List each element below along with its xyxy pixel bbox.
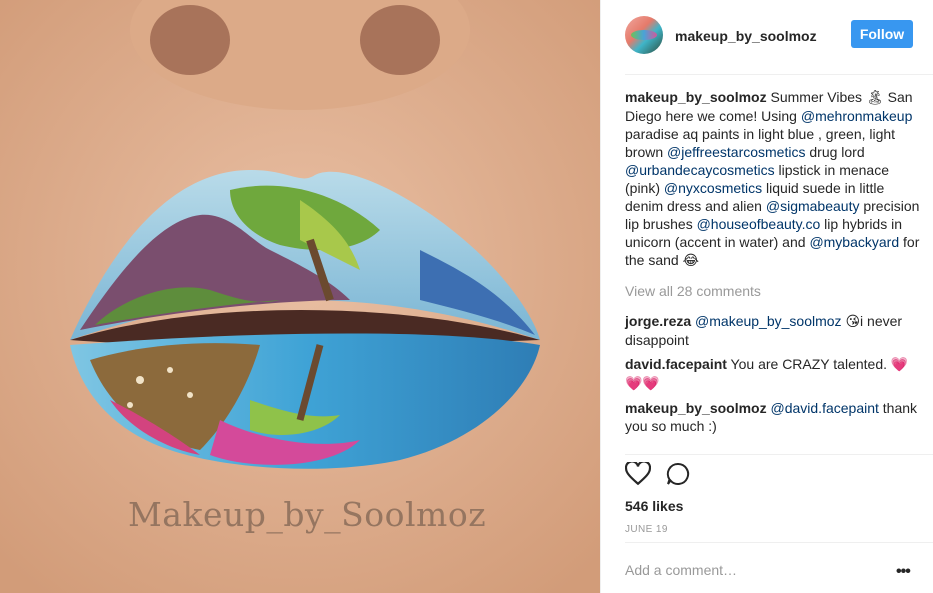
comment: makeup_by_soolmoz @david.facepaint thank…	[625, 400, 918, 434]
mention-link[interactable]: @mehronmakeup	[801, 108, 913, 124]
comment: jorge.reza @makeup_by_soolmoz 😘i never d…	[625, 313, 903, 348]
comment: david.facepaint You are CRAZY talented. …	[625, 356, 909, 392]
likes-count[interactable]: 546 likes	[625, 498, 683, 514]
more-options-icon[interactable]: •••	[896, 563, 911, 581]
header-divider	[625, 74, 933, 75]
kiss-emoji: 😘	[845, 314, 861, 330]
actions-divider	[625, 454, 933, 455]
laughing-emoji: 😂	[682, 253, 699, 269]
username[interactable]: makeup_by_soolmoz	[675, 28, 817, 44]
mention-link[interactable]: @jeffreestarcosmetics	[667, 144, 805, 160]
heart-icon[interactable]	[624, 460, 652, 491]
post-header: makeup_by_soolmoz Follow	[625, 14, 933, 60]
add-comment-input[interactable]: Add a comment…	[625, 562, 737, 578]
caption-username[interactable]: makeup_by_soolmoz	[625, 89, 767, 105]
mention-link[interactable]: @houseofbeauty.co	[697, 216, 821, 232]
post-sidebar: makeup_by_soolmoz Follow makeup_by_soolm…	[600, 0, 933, 593]
comment-bubble-icon[interactable]	[666, 462, 690, 491]
view-all-comments-link[interactable]: View all 28 comments	[625, 282, 925, 300]
post-date: JUNE 19	[625, 524, 668, 535]
avatar[interactable]	[625, 16, 663, 54]
follow-button[interactable]: Follow	[851, 20, 913, 48]
caption: makeup_by_soolmoz Summer Vibes 🏝 San Die…	[625, 89, 920, 269]
watermark: Makeup_by_Soolmoz	[128, 495, 487, 534]
comment-username[interactable]: david.facepaint	[625, 356, 727, 372]
mention-link[interactable]: @urbandecaycosmetics	[625, 162, 775, 178]
comment-username[interactable]: makeup_by_soolmoz	[625, 400, 767, 416]
comment-username[interactable]: jorge.reza	[625, 313, 691, 329]
comment-divider	[625, 542, 933, 543]
mention-link[interactable]: @sigmabeauty	[766, 198, 860, 214]
mention-link[interactable]: @mybackyard	[809, 234, 899, 250]
post-photo[interactable]: Makeup_by_Soolmoz	[0, 0, 600, 593]
mention-link[interactable]: @david.facepaint	[771, 400, 879, 416]
mention-link[interactable]: @makeup_by_soolmoz	[695, 313, 842, 329]
island-emoji: 🏝	[865, 90, 884, 106]
instagram-post: Makeup_by_Soolmoz makeup_by_soolmoz Foll…	[0, 0, 933, 593]
mention-link[interactable]: @nyxcosmetics	[664, 180, 762, 196]
comments-section: makeup_by_soolmoz Summer Vibes 🏝 San Die…	[625, 88, 925, 441]
